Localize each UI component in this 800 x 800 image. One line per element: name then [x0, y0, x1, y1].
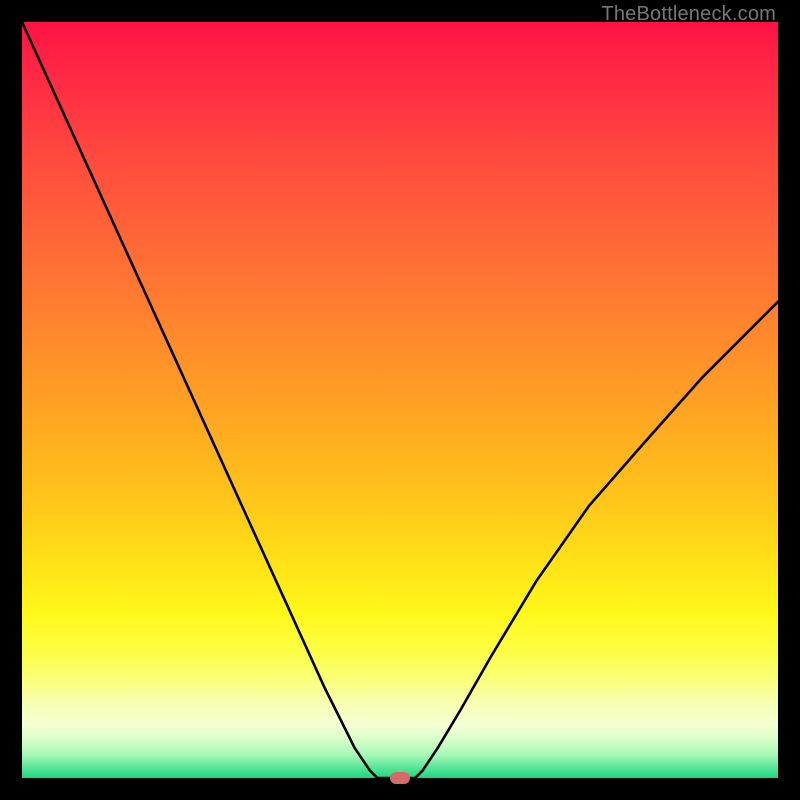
plot-area	[22, 22, 778, 778]
chart-frame: TheBottleneck.com	[0, 0, 800, 800]
bottleneck-curve	[22, 22, 778, 778]
optimum-marker	[390, 772, 410, 784]
